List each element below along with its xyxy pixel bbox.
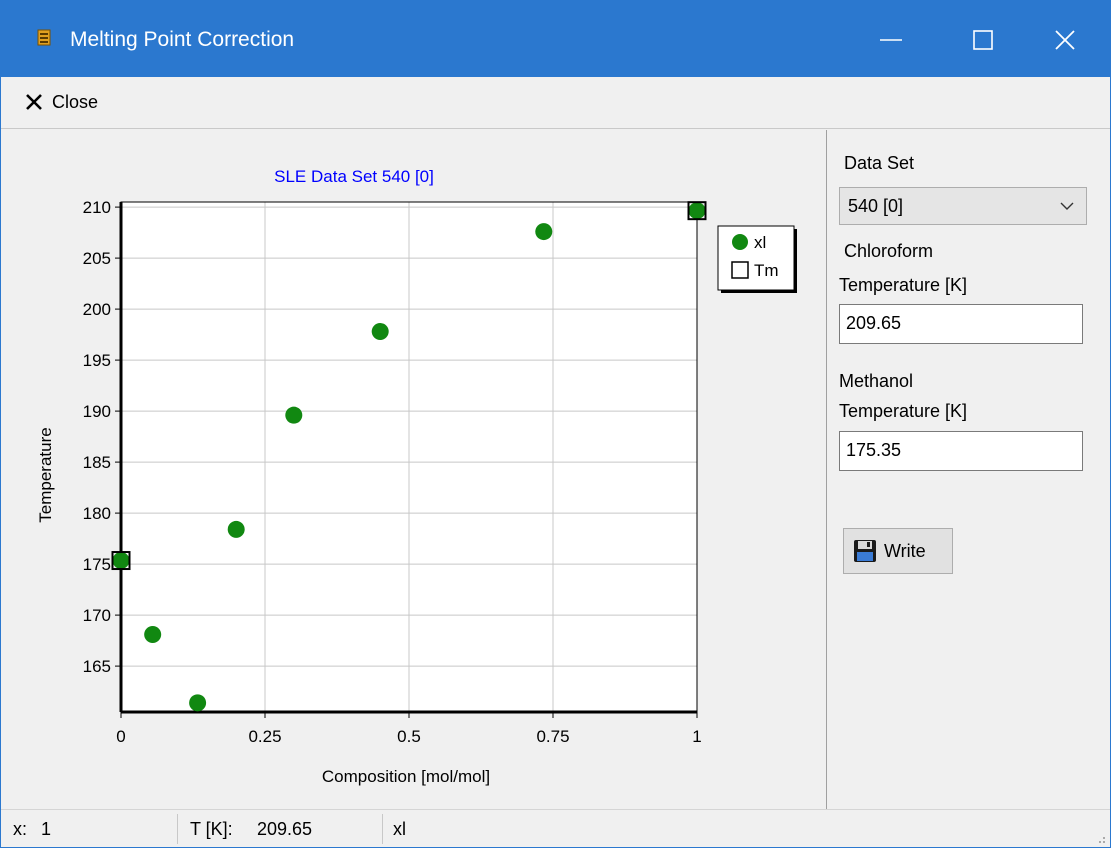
app-window: Melting Point Correction Close 0 0.25 0.5 0…	[0, 0, 1111, 848]
data-point-xl	[285, 406, 303, 424]
x-tick-label: 0.75	[536, 727, 569, 746]
component1-temp-label: Temperature [K]	[839, 275, 968, 295]
data-set-dropdown[interactable]: 540 [0]	[839, 187, 1087, 225]
window-title: Melting Point Correction	[70, 28, 295, 51]
close-icon	[1055, 30, 1075, 50]
y-tick-label: 185	[83, 453, 111, 472]
minimize-button[interactable]	[844, 1, 936, 77]
y-tick-label: 200	[83, 300, 111, 319]
status-separator	[177, 814, 178, 844]
y-tick-label: 170	[83, 606, 111, 625]
data-point-xl	[112, 552, 130, 570]
y-axis-label: Temperature	[36, 427, 55, 522]
minimize-icon	[880, 39, 902, 41]
data-set-value: 540 [0]	[848, 196, 904, 216]
maximize-button[interactable]	[936, 1, 1028, 77]
data-point-xl	[227, 520, 245, 538]
y-tick-label: 210	[83, 198, 111, 217]
x-tick-label: 0.5	[397, 727, 421, 746]
y-tick-label: 175	[83, 555, 111, 574]
data-point-xl	[144, 625, 162, 643]
data-point-xl	[371, 323, 389, 341]
x-tick-label: 0.25	[248, 727, 281, 746]
status-x-label: x:	[13, 819, 28, 839]
legend-marker-xl	[732, 234, 748, 250]
sle-chart: 0 0.25 0.5 0.75 1 210 205 200 195 190 185 180 175 170…	[36, 167, 797, 786]
maximize-icon	[973, 30, 993, 50]
component1-temp-input[interactable]: 209.65	[839, 304, 1083, 344]
component2-temp-input[interactable]: 175.35	[839, 431, 1083, 471]
x-tick-label: 0	[116, 727, 125, 746]
y-tick-label: 180	[83, 504, 111, 523]
close-x-icon	[26, 94, 42, 110]
chart-title: SLE Data Set 540 [0]	[274, 167, 434, 186]
resize-grip-icon[interactable]	[1094, 832, 1106, 844]
component2-name: Methanol	[839, 371, 914, 391]
chevron-down-icon	[1060, 202, 1074, 210]
status-bar: x: 1 T [K]: 209.65 xl	[1, 809, 1110, 847]
x-tick-label: 1	[692, 727, 701, 746]
legend-label: xl	[754, 233, 766, 252]
toolbar	[1, 77, 1110, 129]
component1-name: Chloroform	[844, 241, 934, 261]
status-x-value: 1	[41, 819, 52, 839]
component2-temp-label: Temperature [K]	[839, 401, 968, 421]
y-tick-label: 195	[83, 351, 111, 370]
y-tick-label: 165	[83, 657, 111, 676]
close-button[interactable]: Close	[23, 84, 98, 120]
y-tick-label: 205	[83, 249, 111, 268]
legend-label: Tm	[754, 261, 779, 280]
floppy-disk-icon	[854, 540, 876, 562]
write-button-label: Write	[884, 540, 926, 561]
data-point-xl	[189, 694, 207, 712]
x-axis-label: Composition [mol/mol]	[322, 767, 490, 786]
data-point-xl	[535, 223, 553, 241]
window-close-button[interactable]	[1018, 1, 1110, 77]
write-button[interactable]: Write	[843, 528, 953, 574]
data-set-label: Data Set	[844, 153, 915, 173]
app-icon	[37, 29, 51, 46]
y-tick-label: 190	[83, 402, 111, 421]
status-t-label: T [K]:	[190, 819, 233, 839]
title-bar[interactable]: Melting Point Correction	[1, 1, 1110, 77]
status-series: xl	[393, 819, 406, 839]
status-separator	[382, 814, 383, 844]
data-point-xl	[688, 202, 706, 220]
status-t-value: 209.65	[257, 819, 313, 839]
close-button-label: Close	[52, 91, 99, 112]
